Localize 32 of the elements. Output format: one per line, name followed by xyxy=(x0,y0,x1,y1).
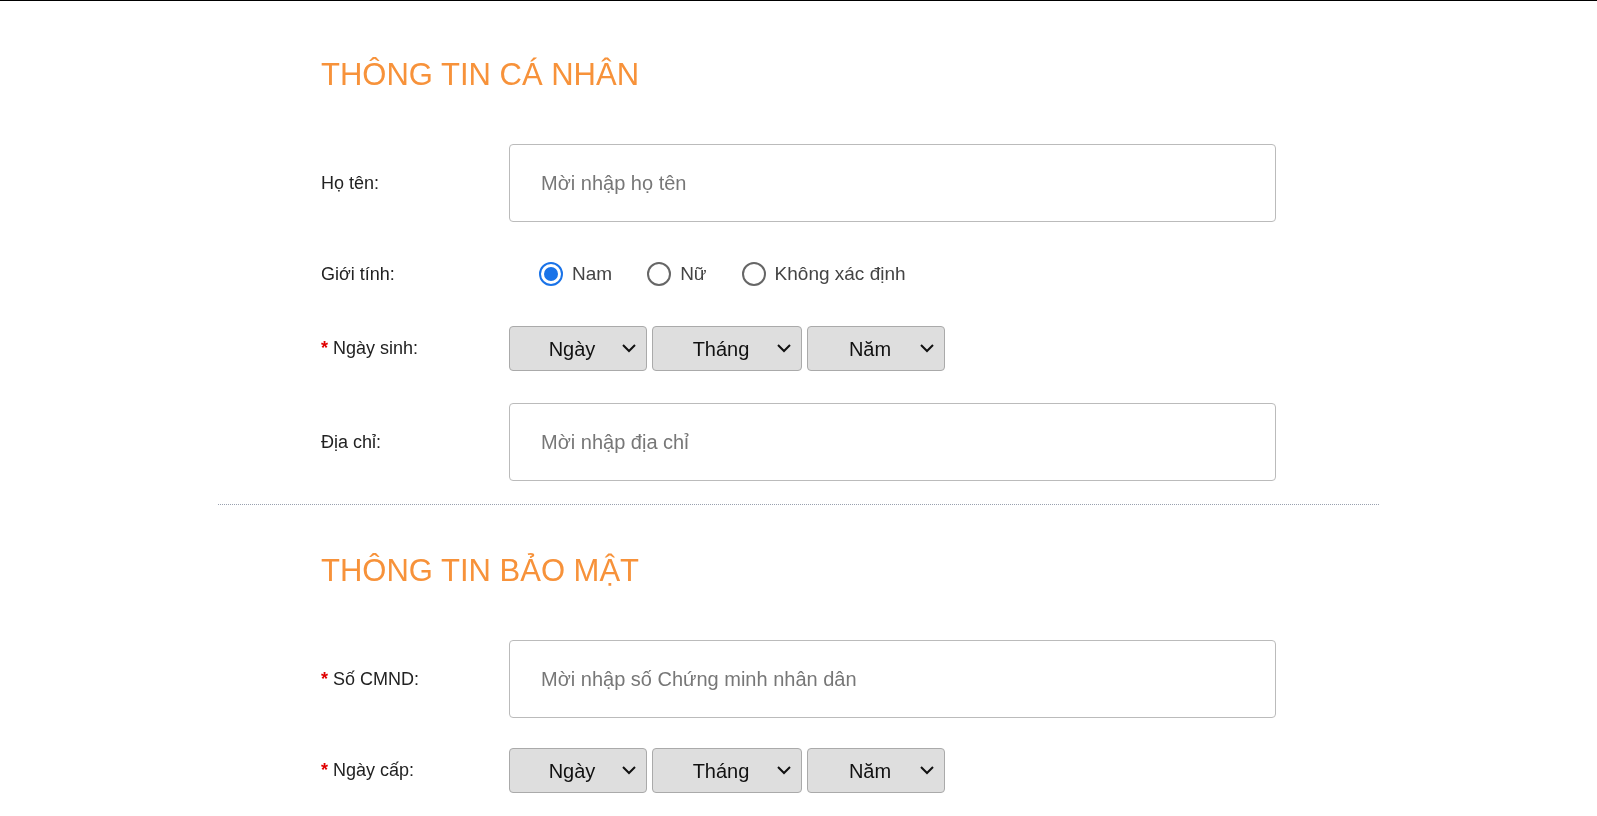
chevron-down-icon xyxy=(622,344,636,353)
chevron-down-icon xyxy=(777,766,791,775)
required-mark: * xyxy=(321,759,328,782)
field-label: Họ tên: xyxy=(321,171,380,195)
radio-option[interactable]: Nữ xyxy=(647,259,707,289)
field-label: Ngày cấp: xyxy=(333,759,415,782)
radio-button[interactable] xyxy=(741,262,766,286)
radio-option[interactable]: Nam xyxy=(539,259,613,289)
field-label: Địa chỉ: xyxy=(321,430,382,454)
dropdown[interactable]: Năm xyxy=(807,748,945,793)
dropdown[interactable]: Ngày xyxy=(509,326,647,371)
radio-button[interactable] xyxy=(647,262,672,286)
radio-option[interactable]: Không xác định xyxy=(741,259,906,289)
dropdown[interactable]: Tháng xyxy=(652,326,802,371)
dropdown[interactable]: Ngày xyxy=(509,748,647,793)
chevron-down-icon xyxy=(920,766,934,775)
field-label: Ngày sinh: xyxy=(333,337,419,360)
section-heading: THÔNG TIN CÁ NHÂN xyxy=(321,56,641,94)
radio-button[interactable] xyxy=(539,262,563,286)
field-label: Giới tính: xyxy=(321,262,395,286)
input-field[interactable]: Mời nhập số Chứng minh nhân dân xyxy=(509,640,1276,718)
section-heading: THÔNG TIN BẢO MẬT xyxy=(321,552,641,590)
field-label: Số CMND: xyxy=(333,667,420,691)
input-field[interactable]: Mời nhập địa chỉ xyxy=(509,403,1276,481)
chevron-down-icon xyxy=(622,766,636,775)
required-mark: * xyxy=(321,667,328,691)
dropdown[interactable]: Tháng xyxy=(652,748,802,793)
input-field[interactable]: Mời nhập họ tên xyxy=(509,144,1276,222)
chevron-down-icon xyxy=(920,344,934,353)
chevron-down-icon xyxy=(777,344,791,353)
dropdown[interactable]: Năm xyxy=(807,326,945,371)
required-mark: * xyxy=(321,337,328,360)
